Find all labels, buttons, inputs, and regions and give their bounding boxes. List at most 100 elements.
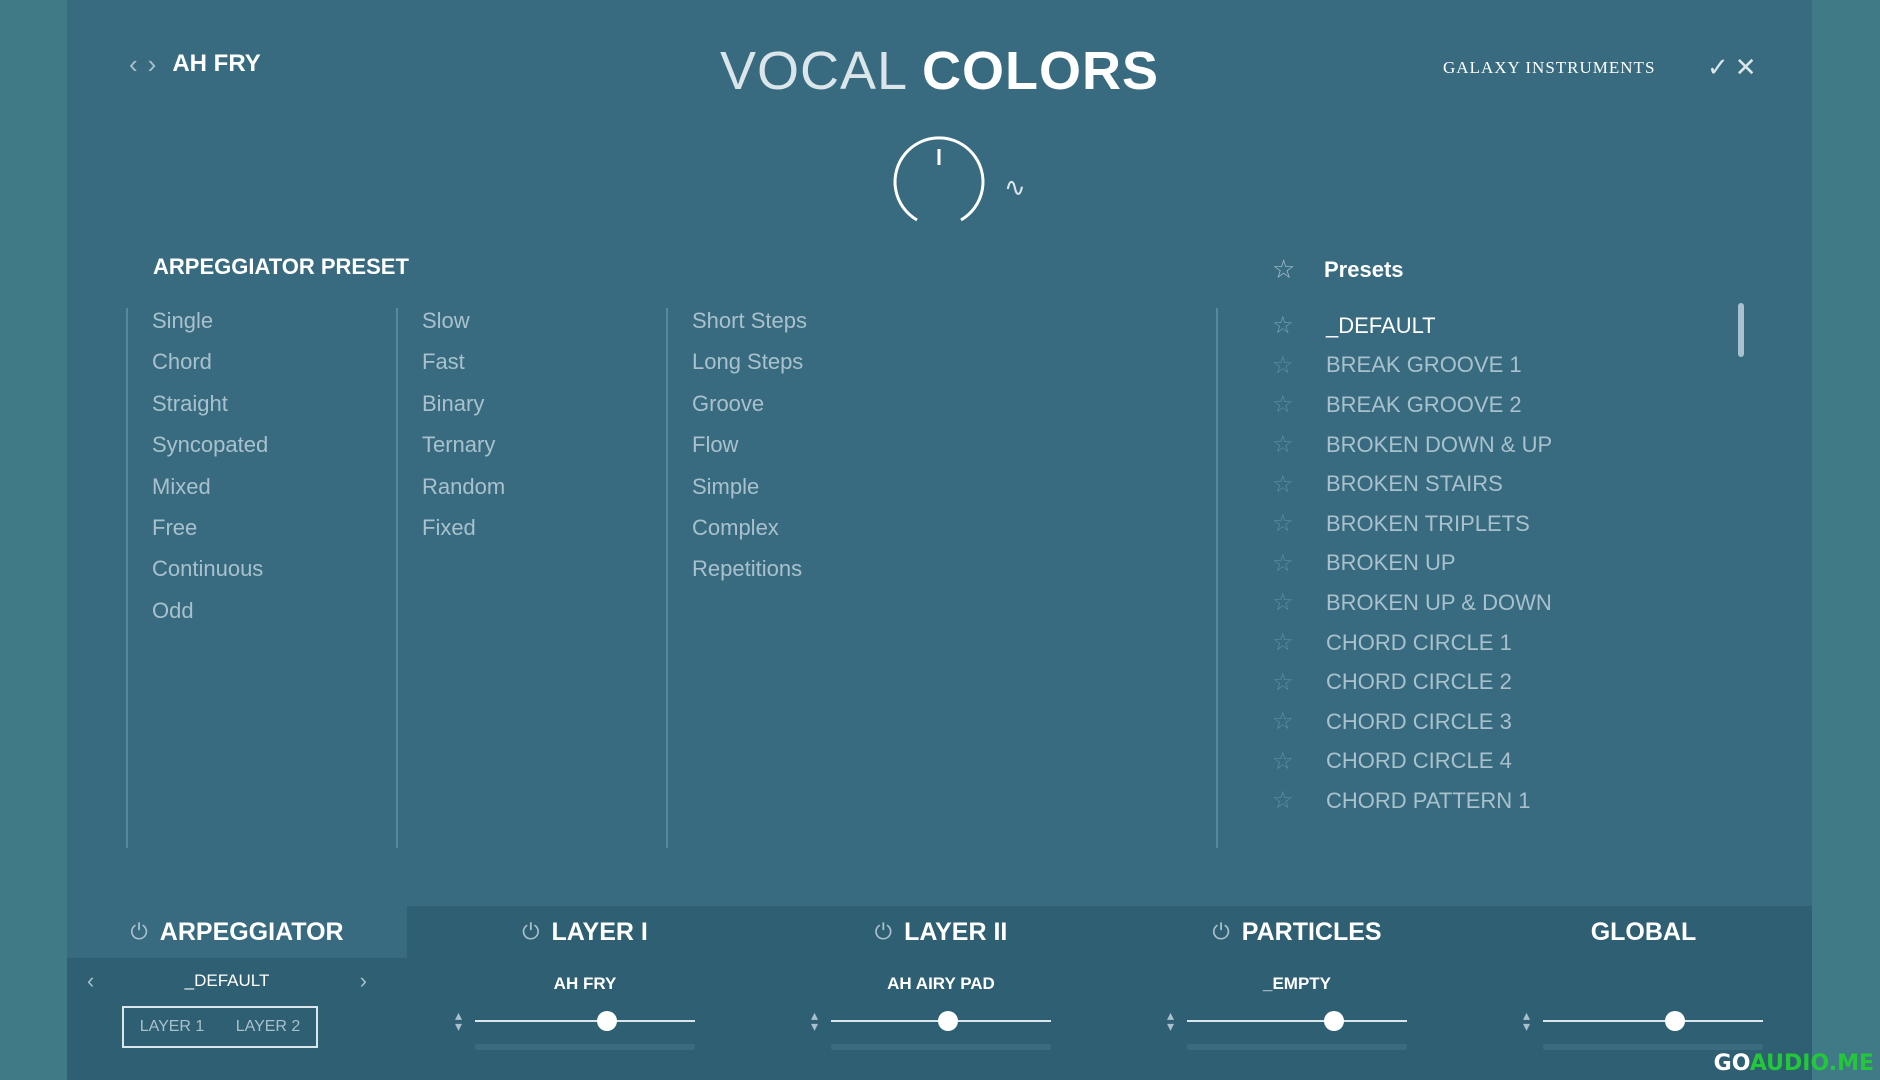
- arp-preset-option[interactable]: Flow: [692, 432, 807, 473]
- wave-icon[interactable]: ∿: [1004, 172, 1026, 203]
- arp-preset-option[interactable]: Repetitions: [692, 556, 807, 597]
- particles-sample-name[interactable]: _EMPTY: [1119, 974, 1475, 994]
- tab-label: LAYER I: [551, 917, 648, 946]
- stepper-arrows-icon[interactable]: ▴ ▾: [455, 1008, 462, 1033]
- brand-label: GALAXY INSTRUMENTS: [1443, 58, 1656, 77]
- favorite-star-icon[interactable]: ☆: [1272, 588, 1314, 617]
- header-actions: ✓ ✕: [1707, 52, 1757, 83]
- power-icon[interactable]: ⏻: [130, 919, 147, 945]
- layer-1-sample-name[interactable]: AH FRY: [407, 974, 763, 994]
- arp-preset-option[interactable]: Straight: [152, 391, 268, 432]
- close-icon[interactable]: ✕: [1735, 52, 1757, 83]
- slider-thumb[interactable]: [597, 1011, 617, 1031]
- arp-preset-option[interactable]: Fast: [422, 349, 505, 390]
- check-icon[interactable]: ✓: [1707, 52, 1729, 83]
- favorite-star-icon[interactable]: ☆: [1272, 470, 1314, 499]
- global-volume-slider[interactable]: ▴ ▾: [1523, 1008, 1763, 1050]
- preset-item[interactable]: ☆ CHORD CIRCLE 4: [1272, 742, 1552, 782]
- slider-thumb[interactable]: [1324, 1011, 1345, 1031]
- arp-preset-option[interactable]: Ternary: [422, 432, 505, 473]
- arp-preset-option[interactable]: Single: [152, 308, 268, 349]
- arp-preset-value[interactable]: _DEFAULT: [185, 971, 270, 991]
- star-icon[interactable]: ☆: [1272, 254, 1314, 285]
- preset-item[interactable]: ☆ CHORD PATTERN 1: [1272, 781, 1552, 821]
- stepper-arrows-icon[interactable]: ▴ ▾: [1167, 1008, 1174, 1033]
- arpeggiator-preset-title: ARPEGGIATOR PRESET: [153, 254, 409, 279]
- tab-layer-1[interactable]: ⏻ LAYER I: [407, 906, 763, 958]
- tab-arpeggiator[interactable]: ⏻ ARPEGGIATOR: [67, 906, 407, 958]
- arp-preset-option[interactable]: Long Steps: [692, 349, 807, 390]
- chevron-left-icon[interactable]: ‹: [87, 970, 94, 992]
- favorite-star-icon[interactable]: ☆: [1272, 549, 1314, 578]
- arp-preset-option[interactable]: Odd: [152, 598, 268, 639]
- slider-track: [1543, 1020, 1763, 1022]
- slider-meter: [475, 1044, 695, 1050]
- arp-preset-selector: ‹ _DEFAULT ›: [87, 970, 367, 992]
- tab-layer-2[interactable]: ⏻ LAYER II: [763, 906, 1119, 958]
- power-icon[interactable]: ⏻: [522, 919, 539, 945]
- slider-thumb[interactable]: [1665, 1011, 1685, 1031]
- preset-item[interactable]: ☆ CHORD CIRCLE 1: [1272, 623, 1552, 663]
- favorite-star-icon[interactable]: ☆: [1272, 509, 1314, 538]
- arp-preset-option[interactable]: Groove: [692, 391, 807, 432]
- arp-preset-option[interactable]: Short Steps: [692, 308, 807, 349]
- preset-item[interactable]: ☆ BROKEN TRIPLETS: [1272, 504, 1552, 544]
- preset-item[interactable]: ☆ BROKEN UP: [1272, 544, 1552, 584]
- preset-list-scrollbar[interactable]: [1738, 303, 1744, 357]
- arp-preset-option[interactable]: Syncopated: [152, 432, 268, 473]
- arp-style-column: Short Steps Long Steps Groove Flow Simple Com…: [666, 308, 807, 848]
- preset-item[interactable]: ☆ BREAK GROOVE 1: [1272, 346, 1552, 386]
- arp-preset-option[interactable]: Slow: [422, 308, 505, 349]
- favorite-star-icon[interactable]: ☆: [1272, 747, 1314, 776]
- slider-meter: [831, 1044, 1051, 1050]
- preset-item[interactable]: ☆ _DEFAULT: [1272, 306, 1552, 346]
- favorite-star-icon[interactable]: ☆: [1272, 786, 1314, 815]
- knob-icon[interactable]: [889, 135, 989, 235]
- tab-particles[interactable]: ⏻ PARTICLES: [1119, 906, 1475, 958]
- arp-preset-option[interactable]: Free: [152, 515, 268, 556]
- favorite-star-icon[interactable]: ☆: [1272, 351, 1314, 380]
- preset-item[interactable]: ☆ CHORD CIRCLE 2: [1272, 662, 1552, 702]
- watermark-part-2: AUDIO.ME: [1749, 1051, 1874, 1076]
- preset-item-label: BREAK GROOVE 1: [1326, 352, 1522, 378]
- arp-preset-option[interactable]: Random: [422, 474, 505, 515]
- power-icon[interactable]: ⏻: [875, 919, 892, 945]
- arp-preset-option[interactable]: Continuous: [152, 556, 268, 597]
- tab-label: LAYER II: [904, 917, 1008, 946]
- layer-2-volume-slider[interactable]: ▴ ▾: [811, 1008, 1051, 1050]
- arp-preset-option[interactable]: Fixed: [422, 515, 505, 556]
- presets-title: Presets: [1324, 256, 1404, 282]
- favorite-star-icon[interactable]: ☆: [1272, 628, 1314, 657]
- stepper-arrows-icon[interactable]: ▴ ▾: [811, 1008, 818, 1033]
- watermark-part-1: GO: [1713, 1051, 1750, 1076]
- preset-item-label: BROKEN TRIPLETS: [1326, 510, 1530, 536]
- layer-2-toggle[interactable]: LAYER 2: [236, 1018, 301, 1036]
- layer-2-sample-name[interactable]: AH AIRY PAD: [763, 974, 1119, 994]
- arp-speed-column: Slow Fast Binary Ternary Random Fixed: [396, 308, 505, 848]
- arp-preset-option[interactable]: Mixed: [152, 474, 268, 515]
- slider-meter: [1187, 1044, 1407, 1050]
- favorite-star-icon[interactable]: ☆: [1272, 311, 1314, 340]
- layer-1-toggle[interactable]: LAYER 1: [140, 1018, 205, 1036]
- preset-item[interactable]: ☆ BROKEN STAIRS: [1272, 464, 1552, 504]
- power-icon[interactable]: ⏻: [1212, 919, 1229, 945]
- stepper-arrows-icon[interactable]: ▴ ▾: [1523, 1008, 1530, 1033]
- preset-item[interactable]: ☆ BREAK GROOVE 2: [1272, 385, 1552, 425]
- arp-preset-option[interactable]: Binary: [422, 391, 505, 432]
- favorite-star-icon[interactable]: ☆: [1272, 707, 1314, 736]
- arp-preset-option[interactable]: Simple: [692, 474, 807, 515]
- particles-volume-slider[interactable]: ▴ ▾: [1167, 1008, 1407, 1050]
- slider-thumb[interactable]: [937, 1011, 958, 1031]
- arp-preset-option[interactable]: Chord: [152, 349, 268, 390]
- layer-1-volume-slider[interactable]: ▴ ▾: [455, 1008, 695, 1050]
- preset-item[interactable]: ☆ BROKEN DOWN & UP: [1272, 425, 1552, 465]
- arp-preset-option[interactable]: Complex: [692, 515, 807, 556]
- preset-item[interactable]: ☆ BROKEN UP & DOWN: [1272, 583, 1552, 623]
- favorite-star-icon[interactable]: ☆: [1272, 668, 1314, 697]
- favorite-star-icon[interactable]: ☆: [1272, 390, 1314, 419]
- tab-global[interactable]: GLOBAL: [1475, 906, 1812, 958]
- bottom-panel: ⏻ ARPEGGIATOR ⏻ LAYER I ⏻ LAYER II ⏻ PAR…: [67, 906, 1812, 1080]
- preset-item[interactable]: ☆ CHORD CIRCLE 3: [1272, 702, 1552, 742]
- favorite-star-icon[interactable]: ☆: [1272, 430, 1314, 459]
- chevron-right-icon[interactable]: ›: [360, 970, 367, 992]
